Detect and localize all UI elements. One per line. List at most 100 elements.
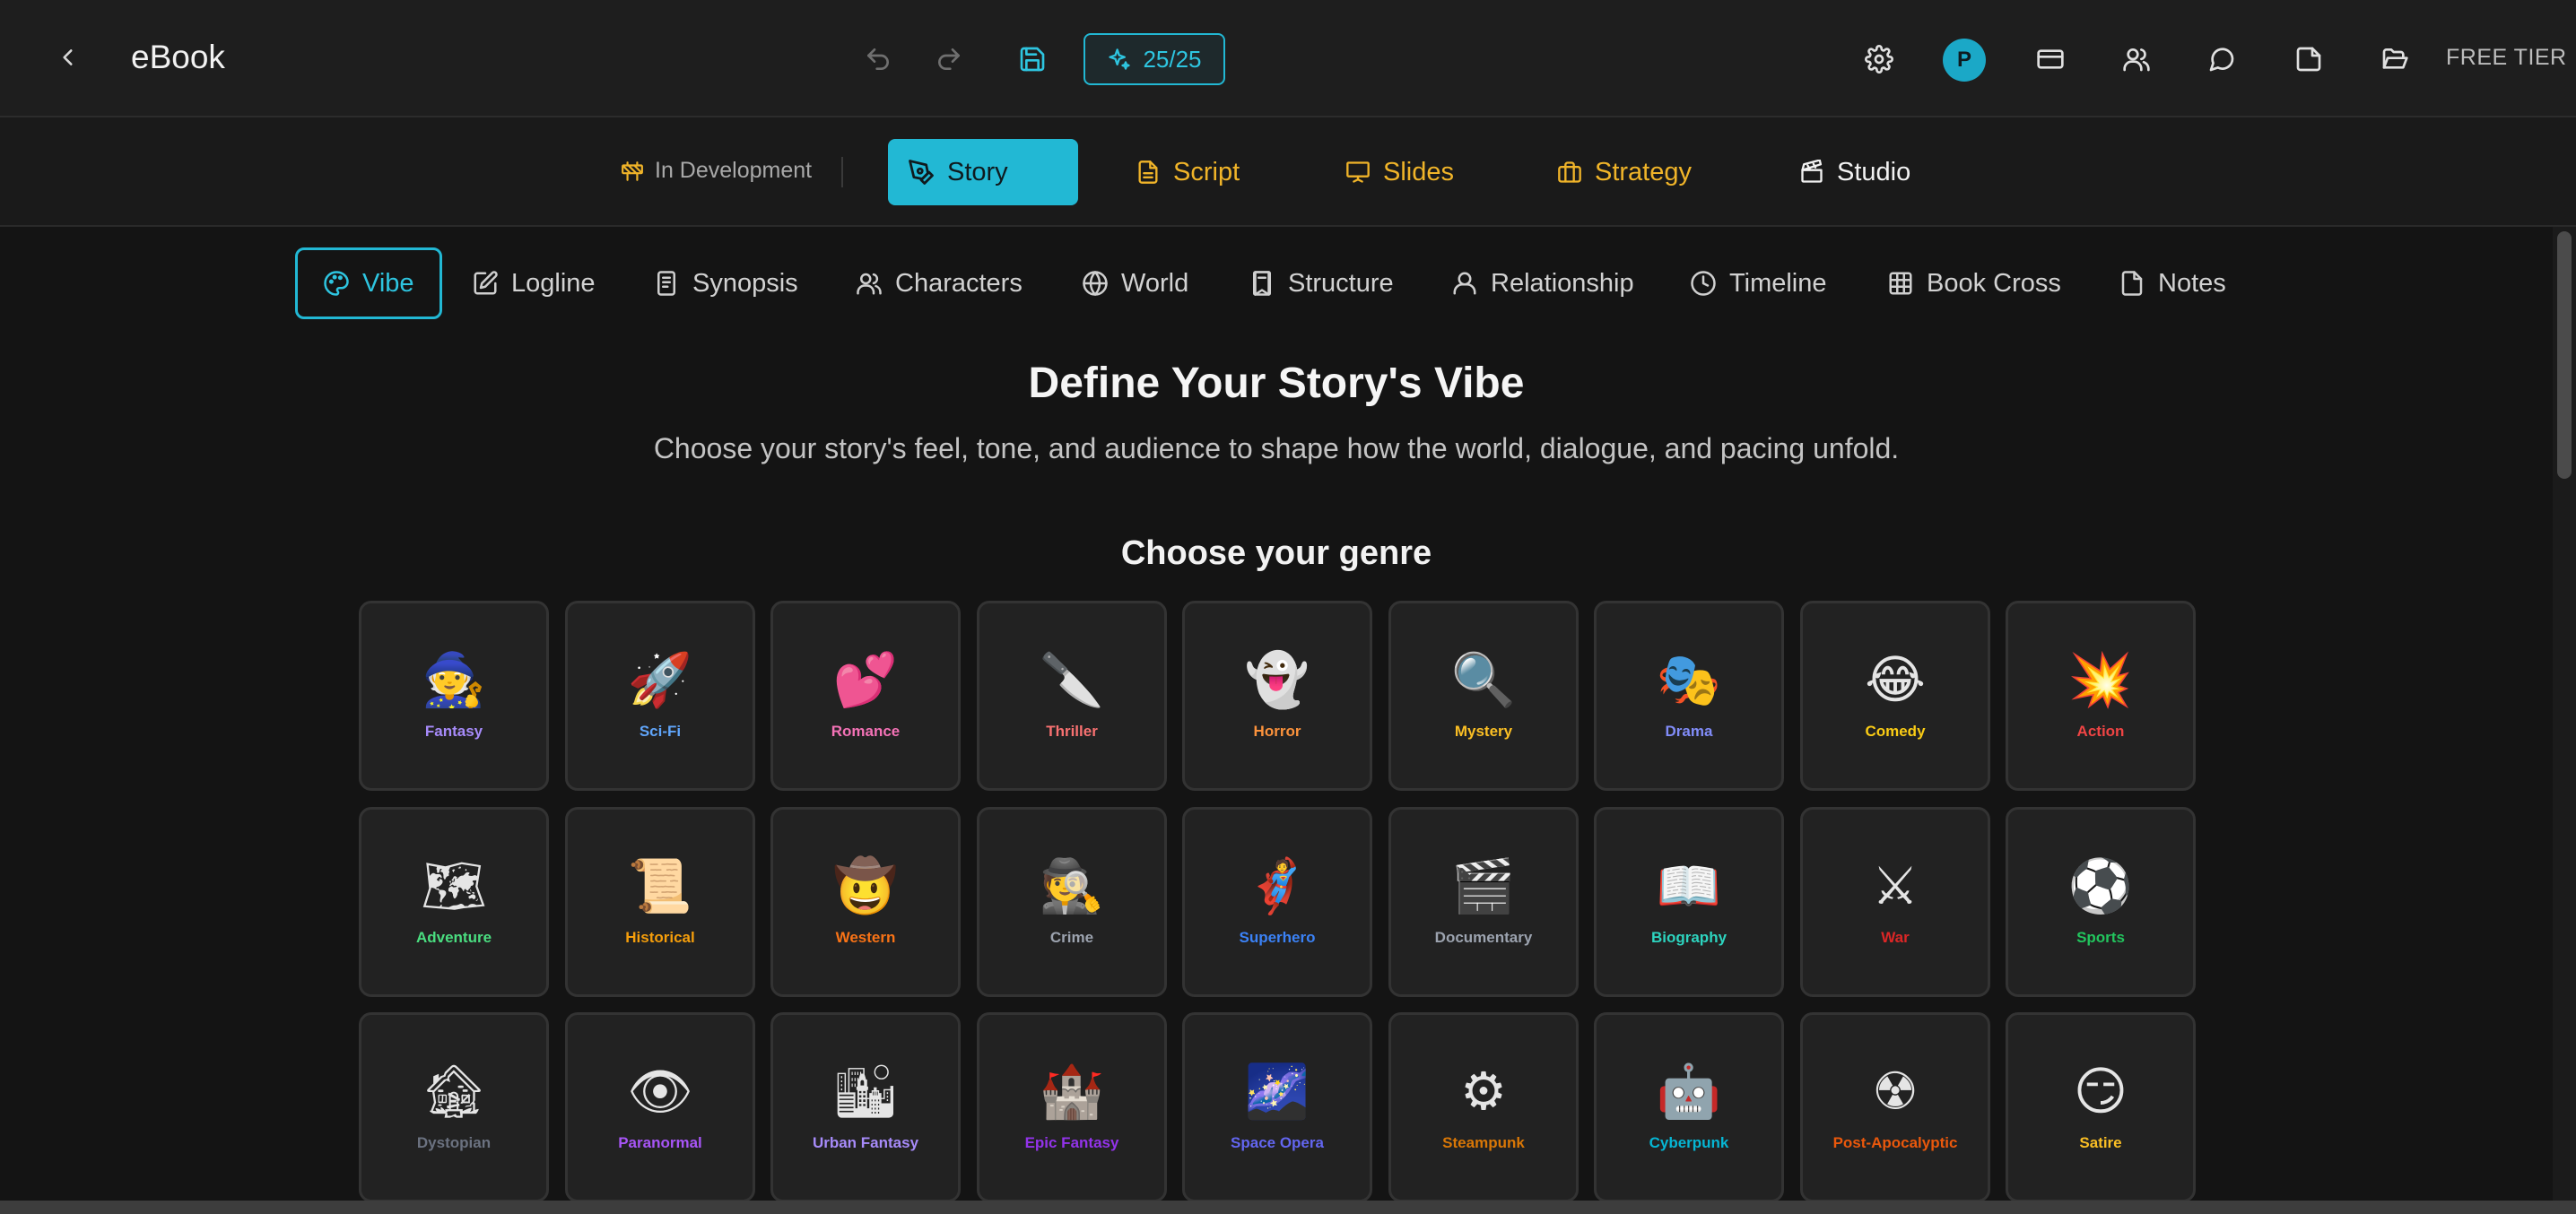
tab-script-label: Script	[1173, 157, 1240, 186]
billing-button[interactable]	[2031, 39, 2070, 79]
cyberpunk-icon: 🤖	[1656, 1061, 1722, 1122]
subtab-synopsis[interactable]: Synopsis	[639, 247, 813, 319]
redo-button[interactable]	[929, 39, 969, 79]
redo-icon	[938, 48, 960, 70]
genre-card-epic-fantasy[interactable]: 🏰 Epic Fantasy	[977, 1012, 1167, 1202]
credits-count: 25/25	[1143, 45, 1202, 73]
genre-card-steampunk[interactable]: ⚙ Steampunk	[1388, 1012, 1579, 1202]
grid-icon	[1889, 272, 1912, 295]
tab-strategy[interactable]: Strategy	[1537, 139, 1711, 205]
genre-card-mystery[interactable]: 🔍 Mystery	[1388, 601, 1579, 791]
clock-icon	[1691, 271, 1716, 296]
subtab-relationship[interactable]: Relationship	[1437, 247, 1649, 319]
genre-label: Adventure	[415, 929, 492, 946]
adventure-icon: 🗺	[421, 855, 487, 916]
genre-card-war[interactable]: ⚔ War	[1800, 807, 1990, 997]
genre-label: Crime	[1049, 929, 1094, 946]
subtab-structure[interactable]: Structure	[1234, 247, 1408, 319]
genre-label: Cyberpunk	[1649, 1134, 1729, 1151]
notes-button[interactable]	[2289, 39, 2328, 79]
genre-card-paranormal[interactable]: 👁 Paranormal	[565, 1012, 755, 1202]
collaborators-button[interactable]	[2117, 39, 2156, 79]
chat-button[interactable]	[2202, 39, 2241, 79]
subtab-timeline[interactable]: Timeline	[1675, 247, 1841, 319]
app-title: eBook	[131, 39, 225, 75]
genre-card-superhero[interactable]: 🦸 Superhero	[1182, 807, 1372, 997]
subtab-book-cross-label: Book Cross	[1927, 268, 2061, 298]
subtab-notes-label: Notes	[2158, 268, 2226, 298]
tab-studio[interactable]: Studio	[1780, 139, 1930, 205]
undo-button[interactable]	[858, 39, 898, 79]
subtab-relationship-label: Relationship	[1491, 268, 1634, 298]
edit-icon	[474, 271, 498, 295]
genre-card-fantasy[interactable]: 🧙 Fantasy	[359, 601, 549, 791]
subtab-characters-label: Characters	[895, 268, 1023, 298]
tab-story-label: Story	[947, 157, 1008, 186]
genre-label: Superhero	[1239, 929, 1316, 946]
genre-card-documentary[interactable]: 🎬 Documentary	[1388, 807, 1579, 997]
genre-card-comedy[interactable]: 😂 Comedy	[1800, 601, 1990, 791]
pen-nib-icon	[909, 160, 934, 185]
settings-button[interactable]	[1859, 39, 1899, 79]
genre-card-dystopian[interactable]: 🏚 Dystopian	[359, 1012, 549, 1202]
genre-card-sci-fi[interactable]: 🚀 Sci-Fi	[565, 601, 755, 791]
ai-credits-button[interactable]: 25/25	[1083, 33, 1225, 85]
action-icon: 💥	[2067, 649, 2134, 710]
user-avatar[interactable]: P	[1943, 39, 1986, 82]
genre-label: Sci-Fi	[639, 723, 682, 740]
user-icon	[1453, 272, 1476, 295]
space-opera-icon: 🌌	[1244, 1061, 1310, 1122]
genre-card-historical[interactable]: 📜 Historical	[565, 807, 755, 997]
tab-story[interactable]: Story	[888, 139, 1078, 205]
genre-label: Steampunk	[1442, 1134, 1525, 1151]
save-button[interactable]	[1013, 39, 1052, 79]
thriller-icon: 🔪	[1039, 649, 1105, 710]
subtab-logline-label: Logline	[511, 268, 596, 298]
subtab-notes[interactable]: Notes	[2104, 247, 2241, 319]
genre-card-adventure[interactable]: 🗺 Adventure	[359, 807, 549, 997]
subtab-logline[interactable]: Logline	[457, 247, 610, 319]
genre-card-western[interactable]: 🤠 Western	[770, 807, 961, 997]
subtab-vibe-label: Vibe	[362, 268, 414, 298]
subtab-world[interactable]: World	[1067, 247, 1203, 319]
subtab-structure-label: Structure	[1288, 268, 1394, 298]
genre-card-post-apocalyptic[interactable]: ☢ Post-Apocalyptic	[1800, 1012, 1990, 1202]
document-icon	[1138, 160, 1158, 184]
briefcase-icon	[1558, 161, 1581, 183]
genre-card-urban-fantasy[interactable]: 🏙 Urban Fantasy	[770, 1012, 961, 1202]
subtab-timeline-label: Timeline	[1729, 268, 1827, 298]
section-bar	[0, 117, 2576, 227]
subtab-vibe[interactable]: Vibe	[295, 247, 442, 319]
undo-icon	[867, 48, 889, 70]
genre-card-horror[interactable]: 👻 Horror	[1182, 601, 1372, 791]
genre-card-cyberpunk[interactable]: 🤖 Cyberpunk	[1594, 1012, 1784, 1202]
subtab-book-cross[interactable]: Book Cross	[1873, 247, 2076, 319]
sports-icon: ⚽	[2067, 855, 2134, 916]
western-icon: 🤠	[832, 855, 899, 916]
genre-card-thriller[interactable]: 🔪 Thriller	[977, 601, 1167, 791]
book-icon	[1253, 271, 1271, 296]
genre-card-space-opera[interactable]: 🌌 Space Opera	[1182, 1012, 1372, 1202]
genre-label: Fantasy	[424, 723, 483, 740]
genre-card-sports[interactable]: ⚽ Sports	[2006, 807, 2196, 997]
back-button[interactable]	[50, 39, 86, 75]
genre-card-action[interactable]: 💥 Action	[2006, 601, 2196, 791]
post-apocalyptic-icon: ☢	[1872, 1061, 1919, 1122]
presentation-icon	[1346, 161, 1370, 183]
genre-label: Sports	[2076, 929, 2125, 946]
genre-label: Mystery	[1454, 723, 1513, 740]
genre-card-satire[interactable]: 😏 Satire	[2006, 1012, 2196, 1202]
open-project-button[interactable]	[2375, 39, 2415, 79]
historical-icon: 📜	[627, 855, 693, 916]
genre-card-biography[interactable]: 📖 Biography	[1594, 807, 1784, 997]
genre-card-romance[interactable]: 💕 Romance	[770, 601, 961, 791]
message-circle-icon	[2209, 48, 2234, 72]
genre-card-crime[interactable]: 🕵 Crime	[977, 807, 1167, 997]
genre-label: War	[1881, 929, 1910, 946]
subtab-characters[interactable]: Characters	[841, 247, 1037, 319]
scrollbar-thumb[interactable]	[2557, 231, 2572, 479]
tab-slides[interactable]: Slides	[1326, 139, 1474, 205]
genre-card-drama[interactable]: 🎭 Drama	[1594, 601, 1784, 791]
tab-script[interactable]: Script	[1116, 139, 1259, 205]
clapperboard-icon	[1801, 160, 1823, 183]
